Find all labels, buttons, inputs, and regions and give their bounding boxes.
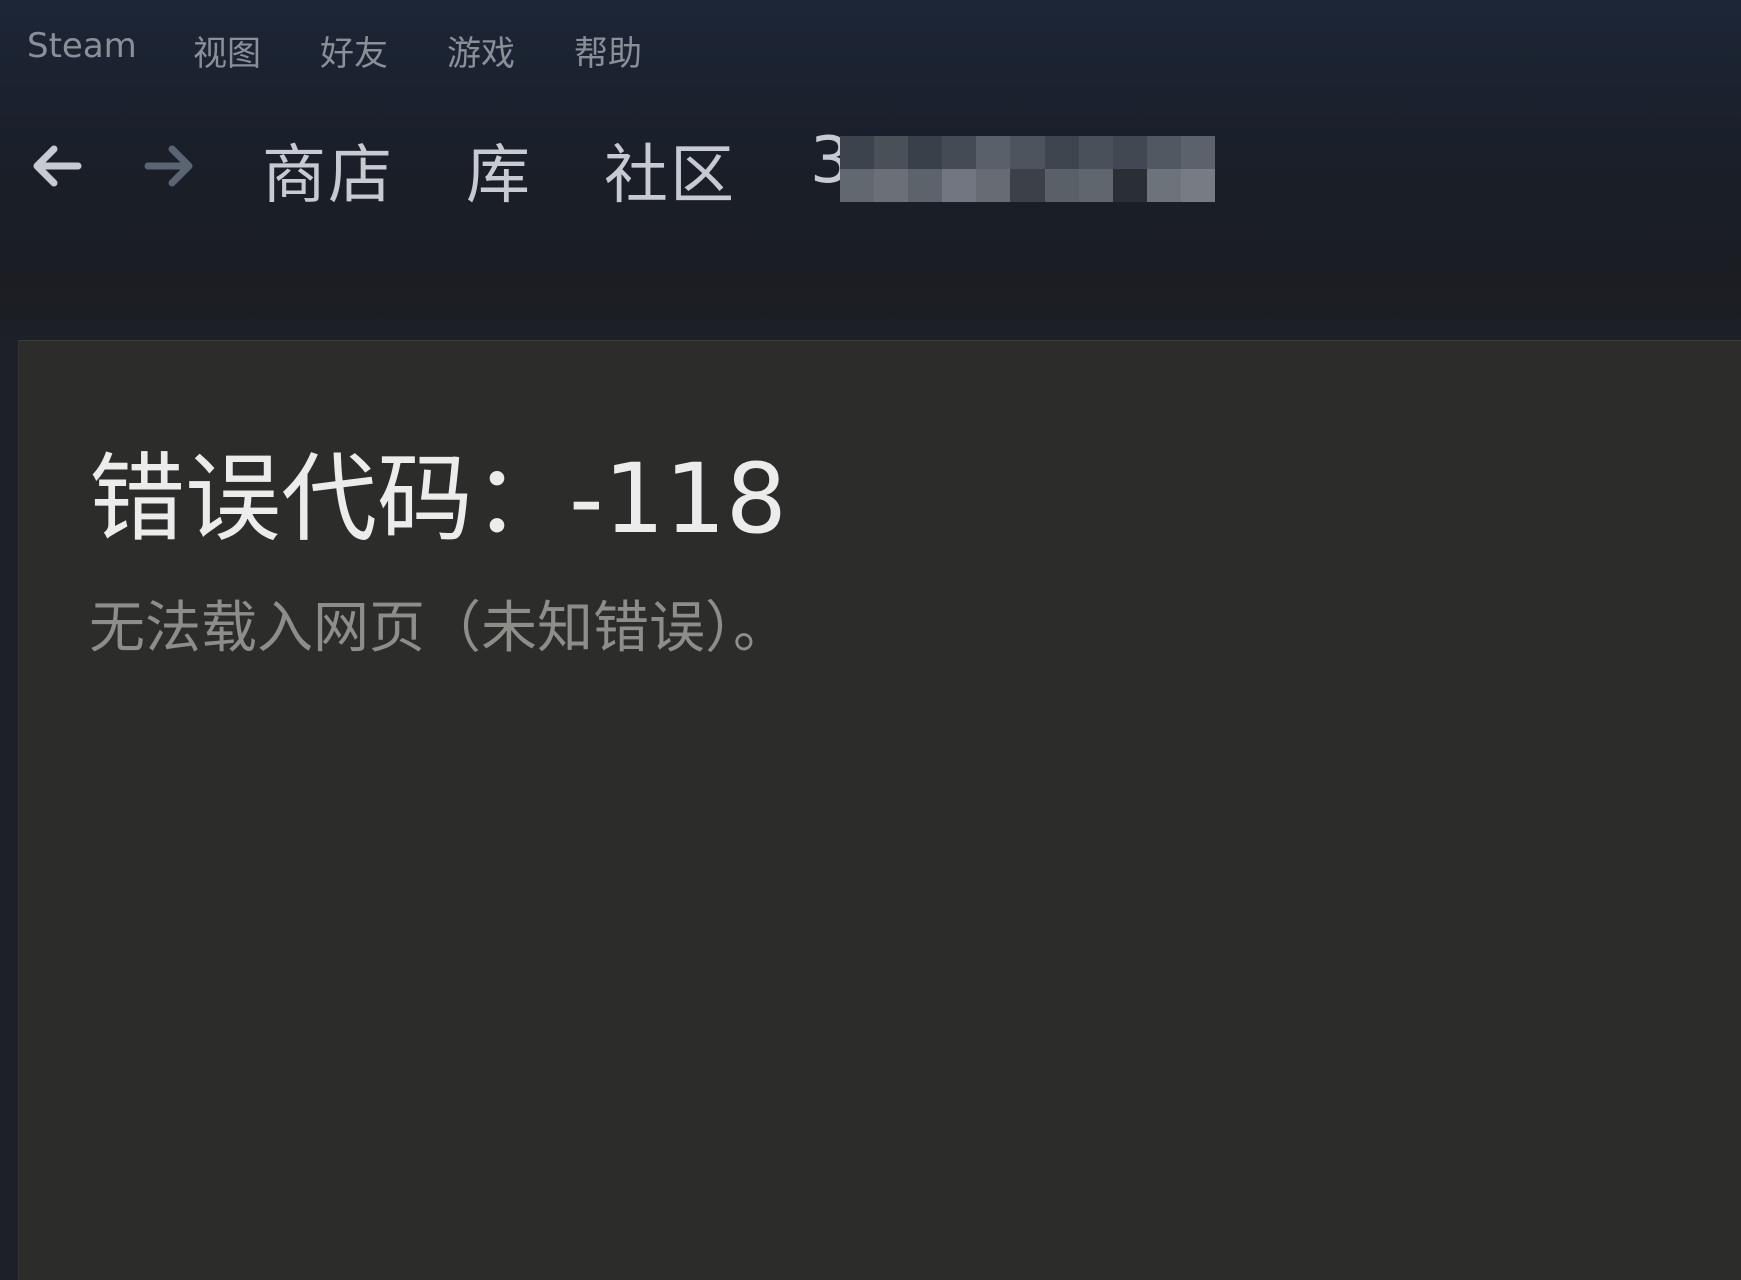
error-page: 错误代码：-118 无法载入网页（未知错误）。 [18,340,1741,1280]
error-message: 无法载入网页（未知错误）。 [89,596,789,661]
menu-view[interactable]: 视图 [193,26,261,75]
arrow-left-icon [33,145,82,187]
username-redaction-mosaic [840,136,1215,202]
error-code-title: 错误代码：-118 [89,443,787,555]
menu-friends[interactable]: 好友 [320,26,388,75]
forward-button[interactable] [140,136,200,196]
nav-library[interactable]: 库 [466,124,532,216]
nav-community[interactable]: 社区 [604,124,736,216]
menu-steam[interactable]: Steam [27,26,137,66]
menu-help[interactable]: 帮助 [574,26,642,75]
nav-username[interactable]: 3 [810,124,1215,204]
nav-bar: 商店 库 社区 3 [0,110,1741,230]
back-button[interactable] [26,136,86,196]
arrow-right-icon [144,145,193,187]
nav-store[interactable]: 商店 [262,124,394,216]
menu-bar: Steam 视图 好友 游戏 帮助 [0,0,1741,100]
menu-games[interactable]: 游戏 [447,26,515,75]
steam-window: Steam 视图 好友 游戏 帮助 商店 库 社区 3 错误代码：-118 无法… [0,0,1741,1280]
